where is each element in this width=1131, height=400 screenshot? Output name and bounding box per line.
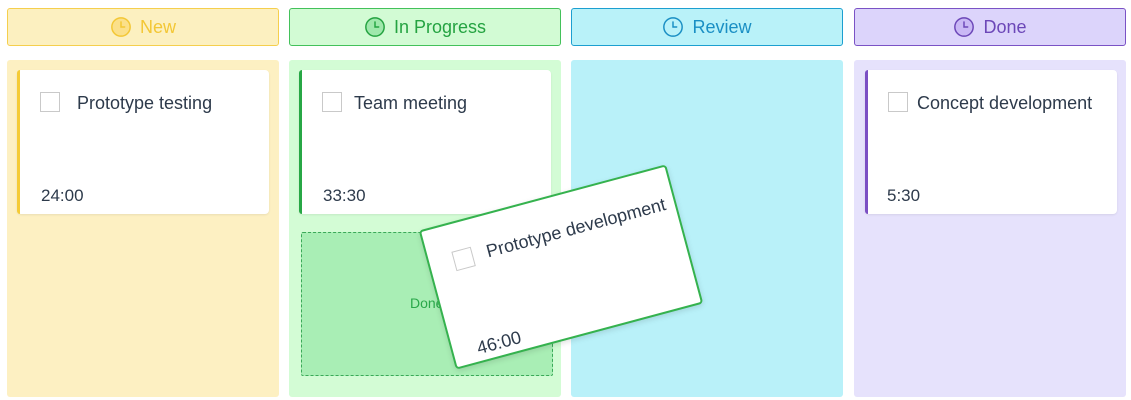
- task-time: 33:30: [323, 186, 366, 205]
- clock-icon: [111, 17, 131, 37]
- clock-icon: [365, 17, 385, 37]
- task-card[interactable]: Concept development 5:30: [865, 70, 1117, 214]
- column-header-in-progress[interactable]: In Progress: [289, 8, 561, 46]
- task-checkbox[interactable]: [451, 246, 476, 272]
- task-title: Concept development: [917, 93, 1093, 113]
- task-title: Prototype testing: [77, 93, 213, 113]
- column-header-review[interactable]: Review: [571, 8, 843, 46]
- task-time: 24:00: [41, 186, 84, 205]
- task-card[interactable]: Prototype testing 24:00: [17, 70, 269, 214]
- column-title: Review: [692, 16, 752, 37]
- clock-icon: [663, 17, 684, 37]
- clock-icon: [954, 17, 975, 37]
- column-header-new[interactable]: New: [7, 8, 279, 46]
- task-time: 5:30: [887, 186, 921, 205]
- task-checkbox[interactable]: [40, 92, 60, 112]
- task-card[interactable]: Team meeting 33:30: [299, 70, 551, 214]
- task-title: Team meeting: [354, 93, 468, 113]
- task-checkbox[interactable]: [322, 92, 342, 112]
- card-accent: [299, 70, 302, 214]
- column-title: In Progress: [393, 16, 487, 37]
- column-title: New: [139, 16, 176, 37]
- column-header-done[interactable]: Done: [854, 8, 1126, 46]
- card-accent: [865, 70, 868, 214]
- column-title: Done: [983, 16, 1027, 37]
- card-accent: [17, 70, 20, 214]
- kanban-board: New In Progress Review Done Prototype te…: [0, 0, 1131, 400]
- task-checkbox[interactable]: [888, 92, 908, 112]
